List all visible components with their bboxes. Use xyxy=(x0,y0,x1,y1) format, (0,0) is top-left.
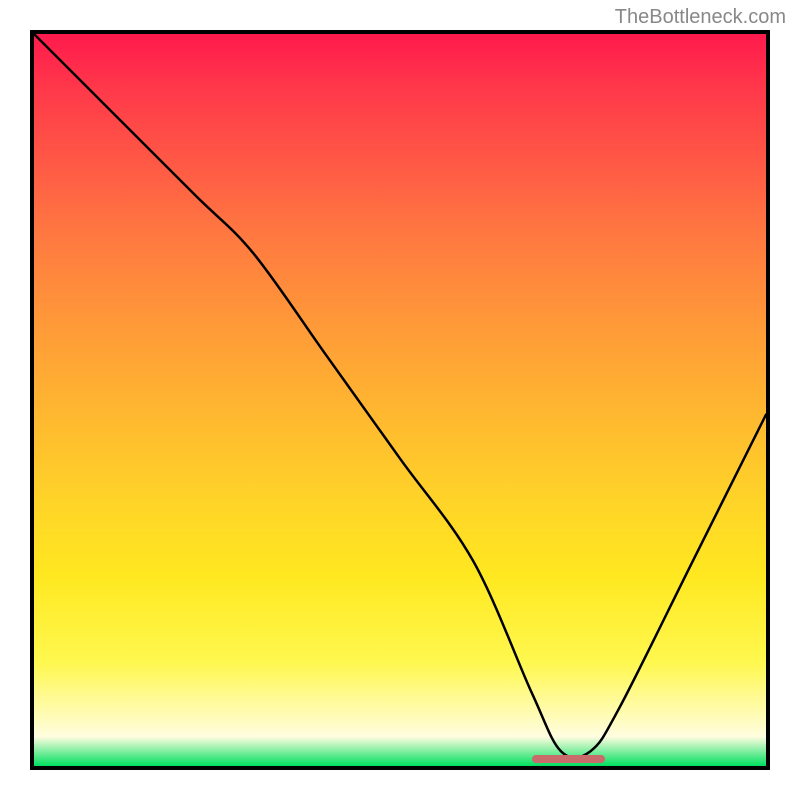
curve-layer xyxy=(34,34,766,766)
bottleneck-curve xyxy=(34,34,766,758)
plot-frame xyxy=(30,30,770,770)
watermark-text: TheBottleneck.com xyxy=(615,6,786,29)
optimal-range-marker xyxy=(532,755,605,763)
chart-container: TheBottleneck.com xyxy=(0,0,800,800)
